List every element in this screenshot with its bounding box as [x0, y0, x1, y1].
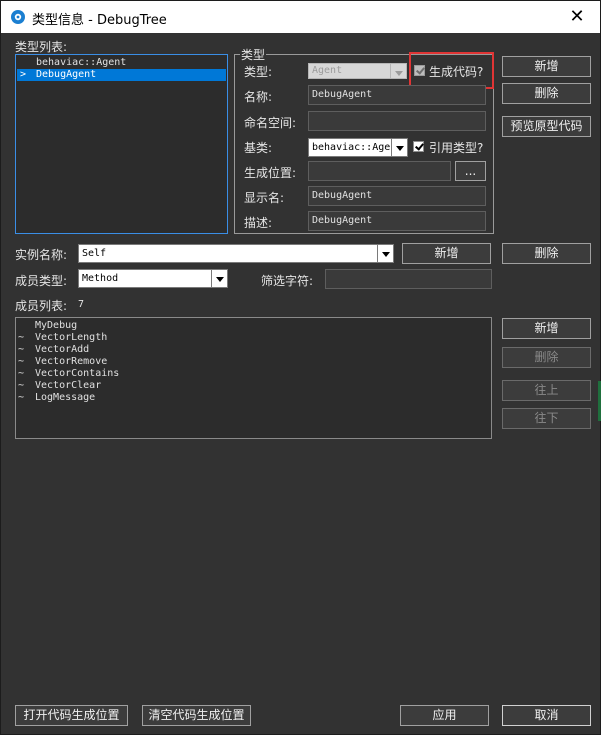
type-delete-button[interactable]: 删除 [502, 83, 591, 104]
member-name: VectorRemove [35, 356, 108, 367]
name-field[interactable]: DebugAgent [308, 85, 486, 105]
member-new-button[interactable]: 新增 [502, 318, 591, 339]
type-list-item-selected[interactable]: > DebugAgent [17, 69, 226, 81]
member-prefix: ~ [18, 356, 25, 367]
gen-location-label: 生成位置: [244, 166, 297, 180]
description-field-value: DebugAgent [312, 215, 373, 226]
open-location-button[interactable]: 打开代码生成位置 [15, 705, 128, 726]
chevron-down-icon [390, 64, 406, 78]
close-button[interactable]: ✕ [554, 1, 600, 33]
highlight-box [409, 52, 494, 89]
description-label: 描述: [244, 216, 273, 230]
gen-location-field[interactable] [308, 161, 451, 181]
display-name-field[interactable]: DebugAgent [308, 186, 486, 206]
member-list-item[interactable]: ~ VectorLength [18, 332, 488, 344]
filter-label: 筛选字符: [261, 274, 314, 288]
member-list-item[interactable]: ~ LogMessage [18, 392, 488, 404]
apply-button[interactable]: 应用 [400, 705, 489, 726]
base-select-value: behaviac::Age [312, 142, 391, 153]
chevron-down-icon [211, 270, 227, 287]
display-name-label: 显示名: [244, 191, 285, 205]
namespace-field[interactable] [308, 111, 486, 131]
filter-input[interactable] [325, 269, 492, 289]
member-list-item[interactable]: ~ VectorContains [18, 368, 488, 380]
member-list-label: 成员列表: [15, 299, 68, 313]
type-list-item-label: behaviac::Agent [36, 57, 127, 68]
instance-select-value: Self [82, 248, 107, 259]
move-up-button[interactable]: 往上 [502, 380, 591, 401]
browse-button[interactable]: ... [455, 161, 486, 181]
instance-delete-button[interactable]: 删除 [502, 243, 591, 264]
window-title: 类型信息 - DebugTree [32, 13, 167, 28]
type-list-item-label: DebugAgent [36, 69, 97, 80]
member-name: VectorContains [35, 368, 120, 379]
member-list-item[interactable]: MyDebug [18, 320, 488, 332]
type-list-item[interactable]: behaviac::Agent [20, 57, 225, 69]
member-list-item[interactable]: ~ VectorClear [18, 380, 488, 392]
member-name: VectorAdd [35, 344, 90, 355]
cancel-button[interactable]: 取消 [502, 705, 591, 726]
member-list[interactable]: MyDebug ~ VectorLength ~ VectorAdd ~ VectorRem… [15, 317, 492, 439]
member-count: 7 [78, 299, 85, 310]
preview-code-button[interactable]: 预览原型代码 [502, 116, 591, 137]
member-type-label: 成员类型: [15, 274, 68, 288]
member-list-item[interactable]: ~ VectorAdd [18, 344, 488, 356]
type-list[interactable]: behaviac::Agent > DebugAgent [15, 54, 228, 234]
clear-location-button[interactable]: 清空代码生成位置 [142, 705, 251, 726]
member-delete-button[interactable]: 删除 [502, 347, 591, 368]
member-list-item[interactable]: ~ VectorRemove [18, 356, 488, 368]
member-prefix: ~ [18, 392, 25, 403]
member-name: VectorLength [35, 332, 108, 343]
expand-arrow-icon: > [20, 69, 27, 80]
type-label: 类型: [244, 65, 273, 79]
type-new-button[interactable]: 新增 [502, 56, 591, 77]
member-prefix: ~ [18, 332, 25, 343]
display-name-field-value: DebugAgent [312, 190, 373, 201]
member-type-select[interactable]: Method [78, 269, 228, 288]
ref-type-label: 引用类型? [429, 141, 484, 155]
type-list-label: 类型列表: [15, 40, 68, 54]
title-bar: 类型信息 - DebugTree ✕ [1, 1, 600, 33]
type-groupbox-label: 类型 [240, 46, 267, 63]
member-name: MyDebug [35, 320, 78, 331]
close-icon: ✕ [569, 6, 585, 27]
base-label: 基类: [244, 141, 273, 155]
name-field-value: DebugAgent [312, 89, 373, 100]
instance-select[interactable]: Self [78, 244, 394, 263]
member-prefix: ~ [18, 368, 25, 379]
description-field[interactable]: DebugAgent [308, 211, 486, 231]
chevron-down-icon [377, 245, 393, 262]
member-prefix: ~ [18, 344, 25, 355]
name-label: 名称: [244, 90, 273, 104]
member-name: LogMessage [35, 392, 96, 403]
move-down-button[interactable]: 往下 [502, 408, 591, 429]
namespace-label: 命名空间: [244, 116, 297, 130]
dialog-window: 类型信息 - DebugTree ✕ 类型列表: behaviac::Agent… [0, 0, 601, 735]
type-select[interactable]: Agent [308, 63, 407, 79]
instance-label: 实例名称: [15, 248, 68, 262]
instance-new-button[interactable]: 新增 [402, 243, 491, 264]
ref-type-checkbox[interactable] [413, 141, 424, 152]
member-name: VectorClear [35, 380, 102, 391]
app-icon [11, 10, 25, 24]
member-type-select-value: Method [82, 273, 119, 284]
chevron-down-icon [391, 139, 407, 156]
type-select-value: Agent [312, 65, 343, 76]
member-prefix: ~ [18, 380, 25, 391]
base-select[interactable]: behaviac::Age [308, 138, 408, 157]
